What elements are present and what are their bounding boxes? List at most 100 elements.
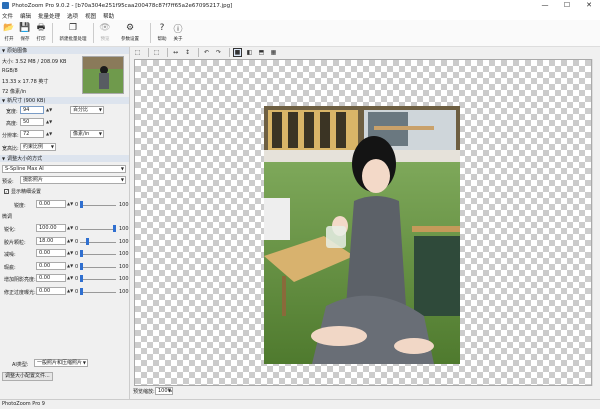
height-spinner[interactable]: ▲▼ xyxy=(46,118,52,126)
rotate-right-icon[interactable]: ↷ xyxy=(214,48,223,57)
chevron-down-icon: ▼ xyxy=(50,144,54,149)
fine-tune-spinner[interactable]: ▲▼ xyxy=(67,262,73,270)
height-input[interactable]: 50 xyxy=(20,118,44,126)
fine-tune-label: 瑕疵: xyxy=(4,265,16,271)
show-settings-checkbox[interactable]: ✓ xyxy=(4,189,9,194)
fine-tune-slider-thumb[interactable] xyxy=(86,238,89,245)
app-icon xyxy=(2,2,9,9)
rotate-left-icon[interactable]: ↶ xyxy=(202,48,211,57)
algorithm-select[interactable]: S-Spline Max AI ▼ xyxy=(2,165,126,173)
print-button[interactable]: 🖶 打印 xyxy=(33,22,49,42)
fine-tune-input[interactable]: 0.00 xyxy=(36,274,66,282)
source-dimensions: 13.33 x 17.78 英寸 xyxy=(2,79,49,85)
new-batch-button[interactable]: ❐ 新建批量处理 xyxy=(56,22,90,42)
sharpness-spinner[interactable]: ▲▼ xyxy=(67,200,73,208)
menu-batch[interactable]: 批量处理 xyxy=(38,12,60,20)
fine-tune-slider-track[interactable] xyxy=(80,279,116,280)
width-unit-select[interactable]: 百分比 ▼ xyxy=(70,106,104,114)
resolution-unit-select[interactable]: 像素/in ▼ xyxy=(70,130,104,138)
fine-tune-input[interactable]: 0.00 xyxy=(36,287,66,295)
fine-tune-spinner[interactable]: ▲▼ xyxy=(67,224,73,232)
horizontal-scrollbar[interactable] xyxy=(134,386,592,392)
single-view-icon[interactable]: ■ xyxy=(233,48,242,57)
open-button[interactable]: 📂 打开 xyxy=(1,22,17,42)
fine-tune-slider-track[interactable] xyxy=(80,292,116,293)
save-button[interactable]: 💾 保存 xyxy=(17,22,33,42)
split-horizontal-icon[interactable]: ⬒ xyxy=(257,48,266,57)
collapse-icon: ▼ xyxy=(2,156,6,161)
collapse-icon: ▼ xyxy=(2,98,6,103)
fine-tune-slider-track[interactable] xyxy=(80,267,116,268)
resolution-spinner[interactable]: ▲▼ xyxy=(46,130,52,138)
save-icon: 💾 xyxy=(19,23,31,33)
fine-tune-spinner[interactable]: ▲▼ xyxy=(67,274,73,282)
sharpness-slider-track[interactable] xyxy=(80,205,116,206)
split-quad-icon[interactable]: ▦ xyxy=(269,48,278,57)
preview-photo xyxy=(264,106,460,364)
fine-tune-input[interactable]: 18.00 xyxy=(36,237,66,245)
fine-tune-slider-thumb[interactable] xyxy=(80,288,83,295)
about-button[interactable]: ⓘ 关于 xyxy=(170,22,186,43)
slider-min-label: 0 xyxy=(75,239,79,245)
toolbar-divider xyxy=(198,48,199,57)
slider-max-label: 100 xyxy=(119,239,129,245)
minimize-button[interactable]: — xyxy=(534,0,556,11)
zoom-select[interactable]: 100% ▼ xyxy=(155,387,173,395)
open-icon: 📂 xyxy=(3,23,15,33)
fine-tune-slider-thumb[interactable] xyxy=(113,225,116,232)
resolution-input[interactable]: 72 xyxy=(20,130,44,138)
fine-tune-label: 增加阴影亮度: xyxy=(4,277,36,283)
menu-file[interactable]: 文件 xyxy=(2,12,13,20)
split-vertical-icon[interactable]: ◧ xyxy=(245,48,254,57)
show-settings-label: 显示精细设置 xyxy=(11,189,42,195)
transparency-canvas[interactable] xyxy=(134,59,592,386)
menu-options[interactable]: 选项 xyxy=(67,12,78,20)
fine-tune-input[interactable]: 100.00 xyxy=(36,224,66,232)
fine-tune-spinner[interactable]: ▲▼ xyxy=(67,249,73,257)
ai-type-select[interactable]: 一般照片和压缩照片 ▼ xyxy=(34,359,88,367)
menu-edit[interactable]: 编辑 xyxy=(20,12,31,20)
zoom-label: 预览缩放: xyxy=(133,389,155,395)
source-thumbnail xyxy=(82,56,124,94)
slider-max-label: 100 xyxy=(119,289,129,295)
fine-tune-slider-track[interactable] xyxy=(80,229,116,230)
source-section-header[interactable]: ▼ 原始图像 xyxy=(0,47,129,54)
crop-tool-icon[interactable]: ⬚ xyxy=(152,48,161,57)
fine-tune-slider-track[interactable] xyxy=(80,254,116,255)
flip-horizontal-icon[interactable]: ↔ xyxy=(171,48,180,57)
settings-button[interactable]: ⚙ 参数设置 xyxy=(113,22,147,42)
sharpness-input[interactable]: 0.00 xyxy=(36,200,66,208)
close-button[interactable]: ✕ xyxy=(578,0,600,11)
fine-tune-spinner[interactable]: ▲▼ xyxy=(67,287,73,295)
maximize-button[interactable]: ☐ xyxy=(556,0,578,11)
main-toolbar: 📂 打开 💾 保存 🖶 打印 ❐ 新建批量处理 👁 预览 ⚙ 参数设置 ? 帮助 ⓘ 关于 xyxy=(0,20,600,47)
fine-tune-slider-thumb[interactable] xyxy=(80,250,83,257)
help-icon: ? xyxy=(159,23,165,33)
fine-tune-input[interactable]: 0.00 xyxy=(36,262,66,270)
sharpness-slider-thumb[interactable] xyxy=(80,201,83,208)
preset-select[interactable]: 摄影照片 ▼ xyxy=(20,176,126,184)
resize-profile-button[interactable]: 调整大小配置文件... xyxy=(2,372,53,381)
new-size-section-header[interactable]: ▼ 新尺寸 (900 KB) xyxy=(0,97,129,104)
menu-help[interactable]: 帮助 xyxy=(103,12,114,20)
fine-tune-input[interactable]: 0.00 xyxy=(36,249,66,257)
settings-icon: ⚙ xyxy=(125,23,135,33)
toolbar-divider xyxy=(148,48,149,57)
aspect-ratio-select[interactable]: 约束比例 ▼ xyxy=(20,143,56,151)
width-spinner[interactable]: ▲▼ xyxy=(46,106,52,114)
fine-tune-spinner[interactable]: ▲▼ xyxy=(67,237,73,245)
fine-tune-slider-thumb[interactable] xyxy=(80,263,83,270)
window-title: PhotoZoom Pro 9.0.2 - [b70a304e251f95caa… xyxy=(12,2,233,9)
preview-button[interactable]: 👁 预览 xyxy=(97,22,113,42)
menu-view[interactable]: 视图 xyxy=(85,12,96,20)
help-button[interactable]: ? 帮助 xyxy=(154,22,170,42)
flip-vertical-icon[interactable]: ↕ xyxy=(183,48,192,57)
method-section-header[interactable]: ▼ 调整大小的方式 xyxy=(0,155,129,162)
width-input[interactable]: 94 xyxy=(20,106,44,114)
vertical-scrollbar[interactable] xyxy=(592,59,599,386)
fine-tune-slider-thumb[interactable] xyxy=(80,275,83,282)
toolbar-divider xyxy=(52,23,53,43)
chevron-down-icon: ▼ xyxy=(120,166,124,171)
chevron-down-icon: ▼ xyxy=(98,131,102,136)
select-tool-icon[interactable]: ⬚ xyxy=(133,48,142,57)
